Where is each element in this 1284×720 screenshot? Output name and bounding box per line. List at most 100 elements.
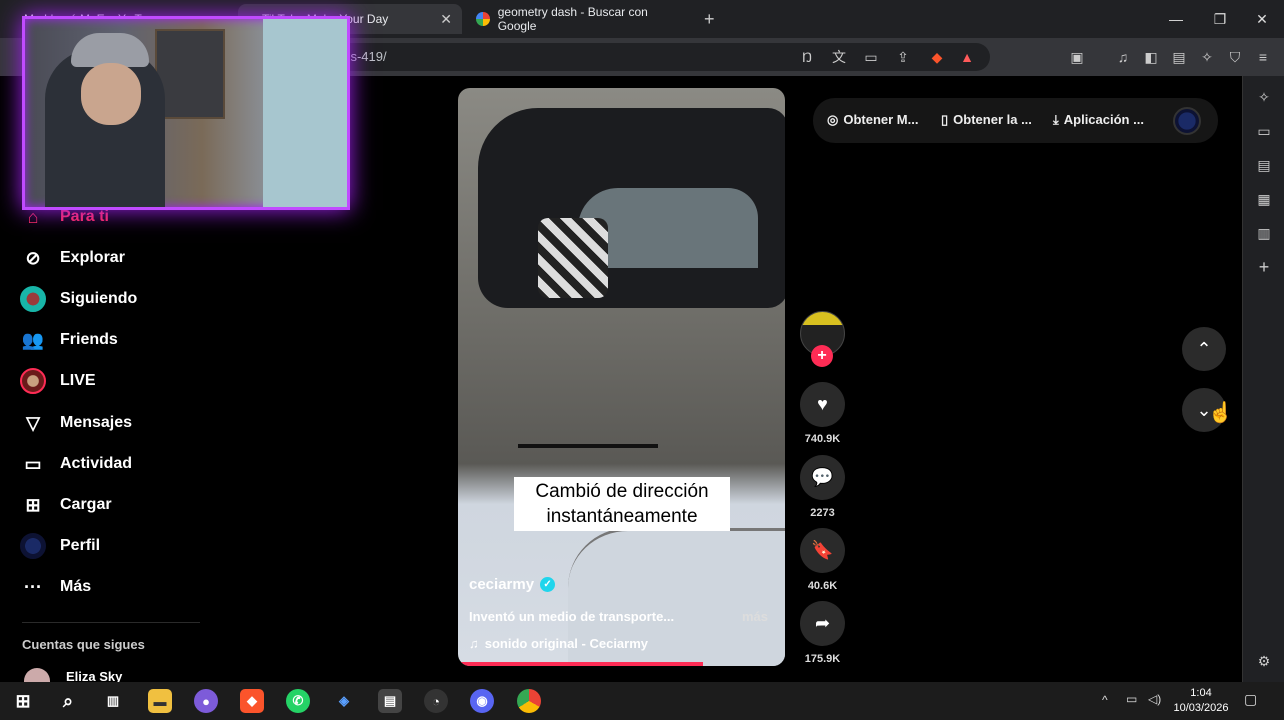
sidebar-toggle-icon[interactable]: ◧ bbox=[1142, 48, 1160, 66]
app-diamond-icon[interactable]: ◈ bbox=[332, 689, 356, 713]
video-description: Inventó un medio de transporte... bbox=[469, 609, 675, 624]
browser-side-panel: ✧ ▭ ▤ ▦ ▥ + ⚙ bbox=[1242, 76, 1284, 682]
nav-item-live[interactable]: LIVE bbox=[20, 366, 96, 396]
task-view-icon[interactable]: ▥ bbox=[101, 689, 125, 713]
notifications-icon[interactable]: ▢ bbox=[1244, 691, 1257, 708]
comment-button[interactable]: 💬 bbox=[800, 455, 845, 500]
music-icon[interactable]: ♫ bbox=[1114, 48, 1132, 66]
like-button[interactable]: ♥ bbox=[800, 382, 845, 427]
nav-item-actividad[interactable]: ▭ Actividad bbox=[20, 449, 132, 479]
video-sound[interactable]: ♫ sonido original - Ceciarmy bbox=[469, 636, 648, 651]
friends-icon: 👥 bbox=[21, 329, 45, 350]
discord-icon[interactable]: ◉ bbox=[470, 689, 494, 713]
more-button[interactable]: más bbox=[742, 609, 768, 624]
nav-label: Siguiendo bbox=[60, 290, 138, 307]
activity-icon: ▭ bbox=[24, 453, 42, 474]
translate-icon[interactable]: 文 bbox=[830, 48, 848, 66]
nav-item-friends[interactable]: 👥 Friends bbox=[20, 325, 118, 355]
bookmarks-icon[interactable]: ▦ bbox=[1255, 190, 1273, 208]
nav-item-mas[interactable]: ··· Más bbox=[20, 572, 91, 602]
video-author[interactable]: ceciarmy ✓ bbox=[469, 576, 556, 593]
download-app-button[interactable]: ⤓ Aplicación ... bbox=[1053, 112, 1144, 128]
chrome-icon[interactable] bbox=[517, 689, 541, 713]
avatar bbox=[20, 286, 46, 312]
nav-item-siguiendo[interactable]: Siguiendo bbox=[20, 284, 137, 314]
new-tab-button[interactable]: + bbox=[704, 9, 715, 30]
upload-icon: ⊞ bbox=[25, 494, 41, 515]
nav-label: Para ti bbox=[60, 208, 109, 225]
video-player[interactable]: Cambió de dirección instantáneamente cec… bbox=[458, 88, 785, 666]
face bbox=[81, 63, 141, 125]
nav-item-perfil[interactable]: Perfil bbox=[20, 531, 100, 561]
network-icon[interactable]: ▭ bbox=[1126, 692, 1137, 706]
cast-icon[interactable]: ▭ bbox=[862, 48, 880, 66]
settings-icon[interactable]: ⚙ bbox=[1255, 652, 1273, 670]
previous-video-button[interactable]: ⌃ bbox=[1182, 327, 1226, 371]
reader-icon[interactable]: ▣ bbox=[1068, 48, 1086, 66]
following-avatar[interactable] bbox=[24, 668, 50, 682]
brave-icon[interactable]: ◆ bbox=[240, 689, 264, 713]
curtain bbox=[263, 19, 347, 207]
mouse-cursor-icon: ☝ bbox=[1208, 402, 1233, 424]
nav-item-explorar[interactable]: ⊘ Explorar bbox=[20, 243, 125, 273]
get-label: Obtener la ... bbox=[953, 112, 1032, 127]
video-progress-bar[interactable] bbox=[458, 662, 704, 666]
phone-icon: ▯ bbox=[941, 112, 949, 127]
google-icon bbox=[476, 12, 490, 26]
nav-label: Mensajes bbox=[60, 414, 133, 431]
get-label: Obtener M... bbox=[843, 112, 919, 127]
close-tab-icon[interactable]: ✕ bbox=[440, 11, 452, 28]
save-count: 40.6K bbox=[807, 580, 838, 592]
heart-icon: ♥ bbox=[817, 394, 828, 414]
speed-icon: ◎ bbox=[827, 112, 839, 127]
get-desktop-button[interactable]: ◎ Obtener M... bbox=[827, 112, 918, 128]
tray-chevron-icon[interactable]: ^ bbox=[1102, 693, 1108, 707]
brave-shield-icon[interactable]: ◆ bbox=[928, 48, 946, 66]
nav-item-mensajes[interactable]: ▽ Mensajes bbox=[20, 408, 132, 438]
volume-icon[interactable]: ◁) bbox=[1148, 692, 1161, 706]
leo-icon[interactable]: ✧ bbox=[1255, 88, 1273, 106]
get-app-bar: ◎ Obtener M... ▯ Obtener la ... ⤓ Aplica… bbox=[813, 98, 1218, 143]
windows-start-icon[interactable]: ⊞ bbox=[11, 689, 35, 713]
media-icon[interactable]: ▭ bbox=[1255, 122, 1273, 140]
add-panel-icon[interactable]: + bbox=[1255, 258, 1273, 276]
search-icon[interactable]: ⌕ bbox=[56, 689, 80, 713]
vpn-icon[interactable]: ⛉ bbox=[1226, 48, 1244, 66]
nav-label: Explorar bbox=[60, 249, 125, 266]
video-caption: Cambió de dirección instantáneamente bbox=[514, 477, 730, 531]
follow-button[interactable]: + bbox=[811, 345, 833, 367]
url-field[interactable]: /...s-419/ Ŋ 文 ▭ ⇪ ◆ ▲ bbox=[320, 43, 990, 71]
rewards-icon[interactable]: ▲ bbox=[958, 48, 976, 66]
app-window-icon[interactable]: ▤ bbox=[378, 689, 402, 713]
comment-count: 2273 bbox=[810, 507, 835, 519]
author-name[interactable]: ceciarmy bbox=[469, 576, 534, 593]
minimize-button[interactable]: — bbox=[1154, 0, 1198, 38]
wallet-icon[interactable]: ▤ bbox=[1255, 156, 1273, 174]
file-explorer-icon[interactable]: ▬ bbox=[148, 689, 172, 713]
chat-app-icon[interactable]: ● bbox=[194, 689, 218, 713]
video-scene-rider bbox=[538, 218, 608, 298]
verified-icon: ✓ bbox=[540, 577, 556, 592]
tab-google[interactable]: geometry dash - Buscar con Google bbox=[466, 4, 696, 34]
whatsapp-icon[interactable]: ✆ bbox=[286, 689, 310, 713]
nav-label: LIVE bbox=[60, 372, 96, 389]
user-avatar[interactable] bbox=[1173, 107, 1201, 135]
app-speed-icon[interactable]: ◔ bbox=[424, 689, 448, 713]
download-icon: ⤓ bbox=[1053, 112, 1059, 127]
reading-list-icon[interactable]: ▥ bbox=[1255, 224, 1273, 242]
clock[interactable]: 1:04 10/03/2026 bbox=[1170, 686, 1232, 716]
webcam-overlay bbox=[22, 16, 350, 210]
share-icon[interactable]: ⇪ bbox=[894, 48, 912, 66]
nav-label: Friends bbox=[60, 331, 118, 348]
menu-icon[interactable]: ≡ bbox=[1254, 48, 1272, 66]
get-app-button[interactable]: ▯ Obtener la ... bbox=[941, 112, 1032, 128]
leo-icon[interactable]: ✧ bbox=[1198, 48, 1216, 66]
no-translate-icon[interactable]: Ŋ bbox=[798, 48, 816, 66]
wallet-icon[interactable]: ▤ bbox=[1170, 48, 1188, 66]
share-button[interactable]: ➦ bbox=[800, 601, 845, 646]
clock-time: 1:04 bbox=[1190, 687, 1212, 699]
save-button[interactable]: 🔖 bbox=[800, 528, 845, 573]
nav-item-cargar[interactable]: ⊞ Cargar bbox=[20, 490, 111, 520]
restore-button[interactable]: ❐ bbox=[1198, 0, 1242, 38]
close-window-button[interactable]: ✕ bbox=[1240, 0, 1284, 38]
